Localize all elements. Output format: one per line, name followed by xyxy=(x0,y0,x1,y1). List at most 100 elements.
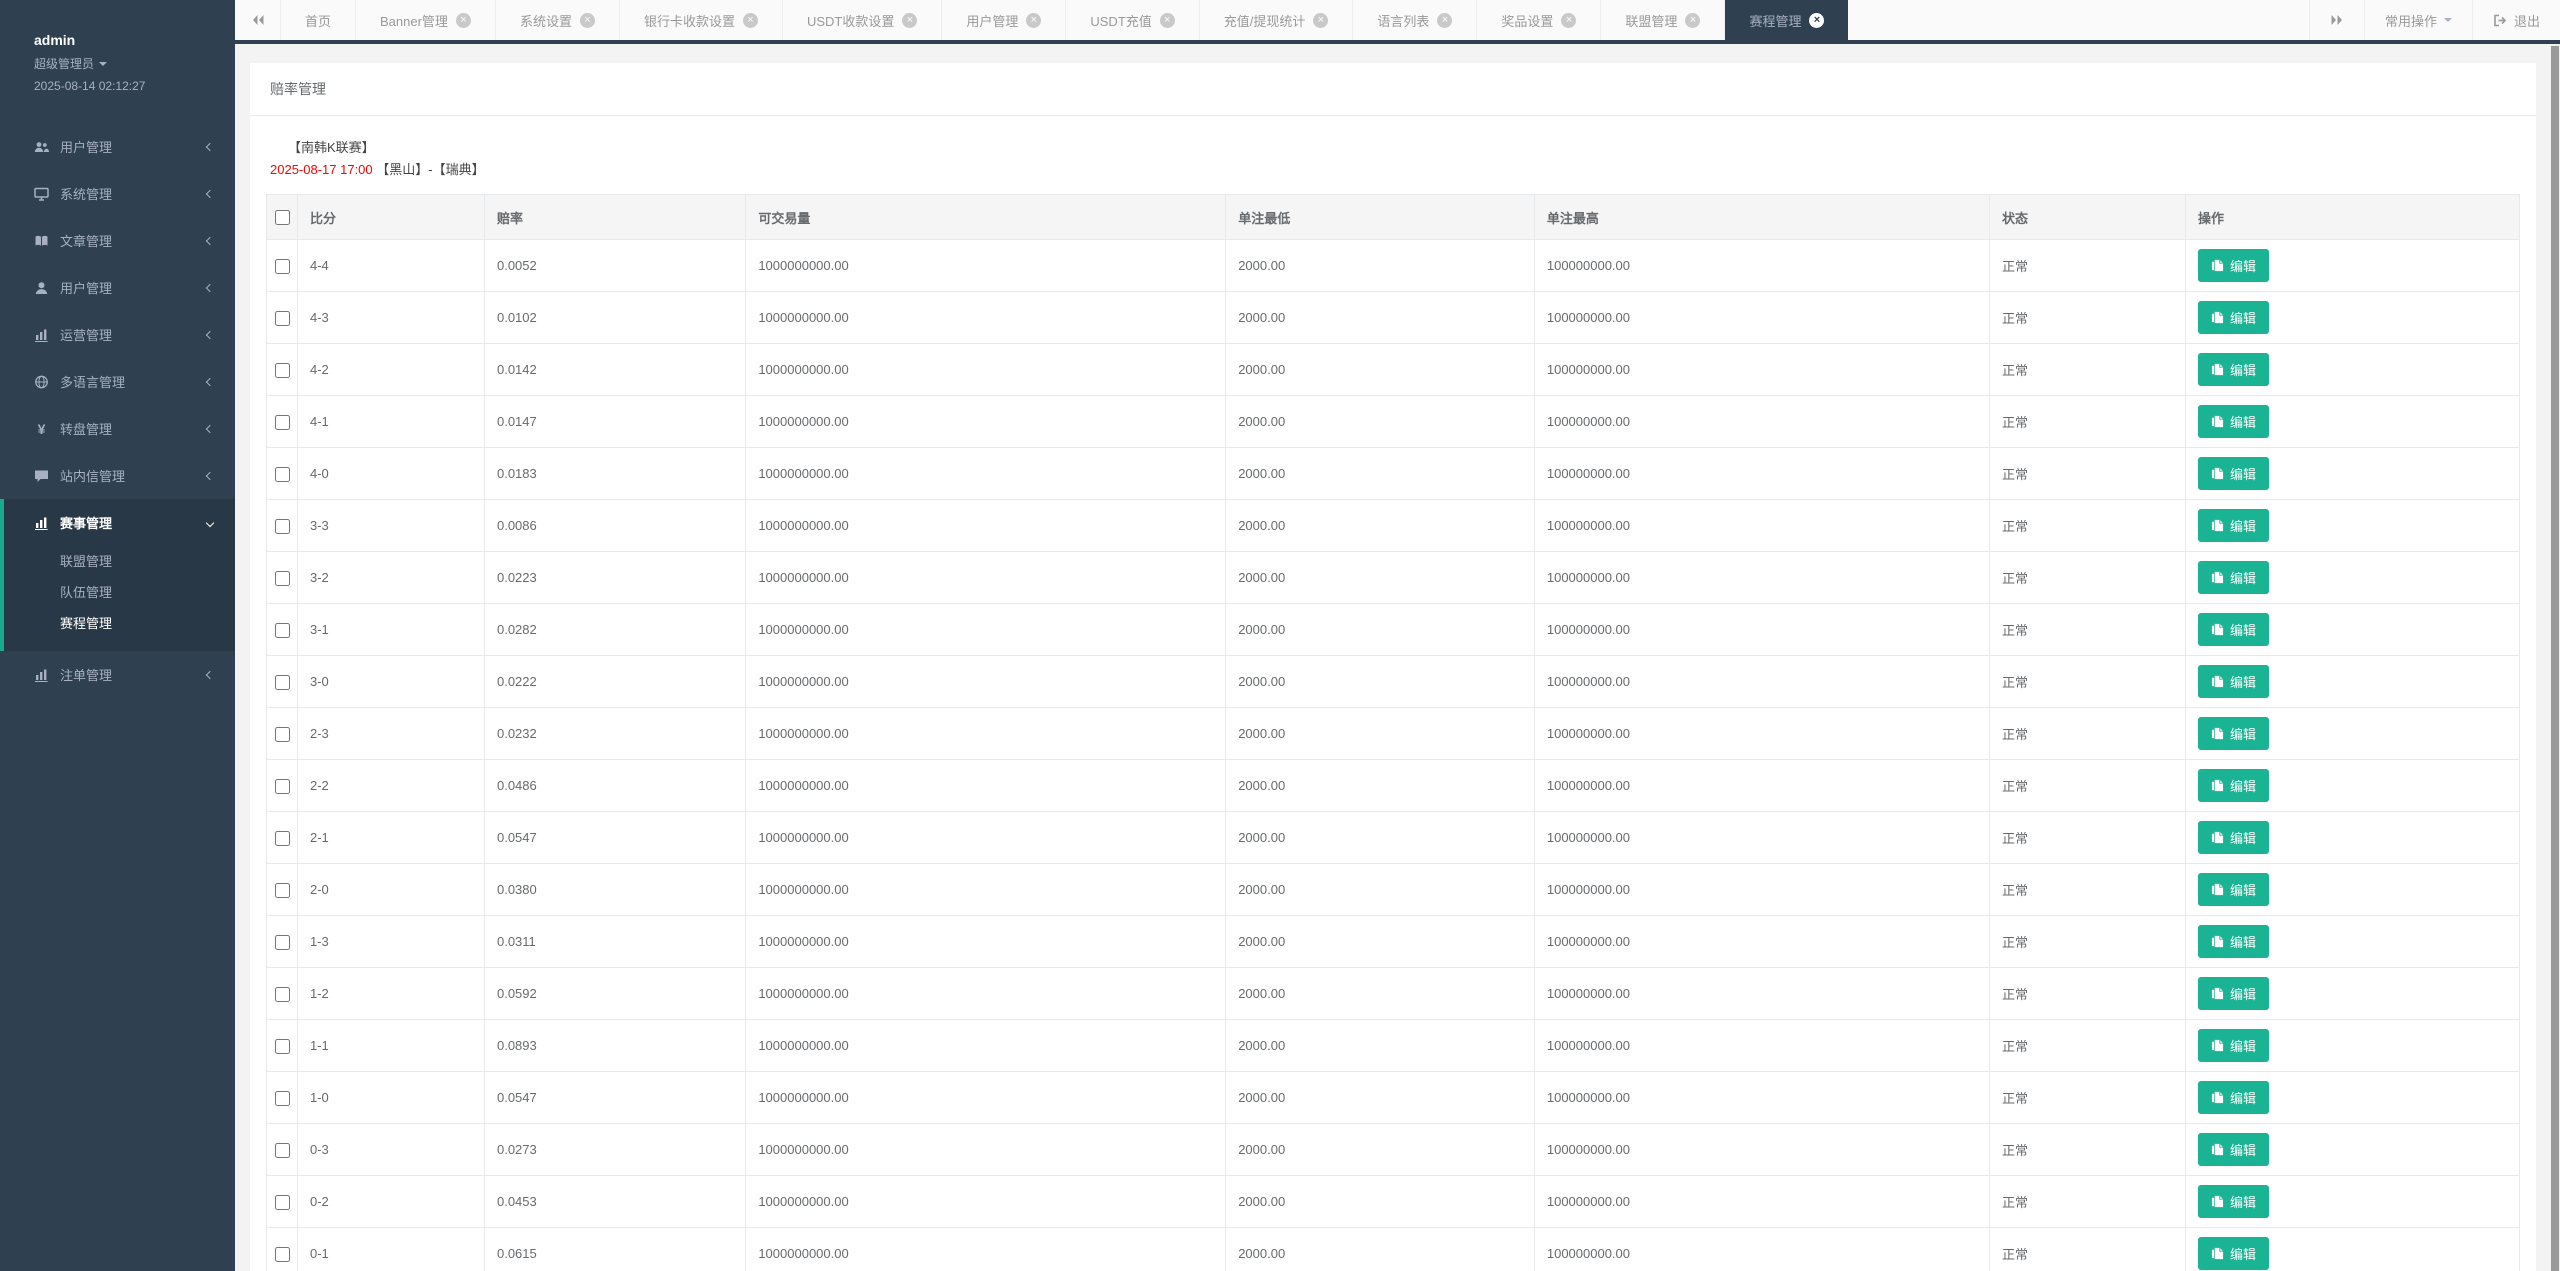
edit-button[interactable]: 编辑 xyxy=(2198,1133,2269,1166)
tab[interactable]: 奖品设置× xyxy=(1477,0,1601,40)
row-checkbox[interactable] xyxy=(275,311,290,326)
sidebar-item[interactable]: 注单管理 xyxy=(0,651,235,698)
tab[interactable]: 联盟管理× xyxy=(1601,0,1725,40)
tab[interactable]: 赛程管理× xyxy=(1725,0,1848,40)
tab[interactable]: 银行卡收款设置× xyxy=(620,0,783,40)
edit-button[interactable]: 编辑 xyxy=(2198,873,2269,906)
sidebar-item[interactable]: 多语言管理 xyxy=(0,358,235,405)
cell-status: 正常 xyxy=(1989,864,2185,916)
sidebar-item[interactable]: 用户管理 xyxy=(0,264,235,311)
logout-button[interactable]: 退出 xyxy=(2472,0,2560,40)
sidebar-item[interactable]: 系统管理 xyxy=(0,170,235,217)
sidebar-item[interactable]: 文章管理 xyxy=(0,217,235,264)
cell-max-bet: 100000000.00 xyxy=(1534,1020,1989,1072)
row-checkbox[interactable] xyxy=(275,1039,290,1054)
sidebar-item[interactable]: 用户管理 xyxy=(0,123,235,170)
tab-close-icon[interactable]: × xyxy=(580,13,595,28)
tab-close-icon[interactable]: × xyxy=(1026,13,1041,28)
row-checkbox[interactable] xyxy=(275,1143,290,1158)
edit-button[interactable]: 编辑 xyxy=(2198,457,2269,490)
sidebar-item[interactable]: 赛事管理 xyxy=(4,499,235,546)
edit-button[interactable]: 编辑 xyxy=(2198,1185,2269,1218)
cell-actions: 编辑 xyxy=(2185,1124,2519,1176)
row-checkbox[interactable] xyxy=(275,831,290,846)
edit-button[interactable]: 编辑 xyxy=(2198,717,2269,750)
row-checkbox[interactable] xyxy=(275,571,290,586)
edit-button[interactable]: 编辑 xyxy=(2198,509,2269,542)
row-checkbox-cell xyxy=(267,864,298,916)
profile-role-dropdown[interactable]: 超级管理员 xyxy=(34,55,235,72)
sidebar-item[interactable]: 运营管理 xyxy=(0,311,235,358)
row-checkbox[interactable] xyxy=(275,1091,290,1106)
tab-close-icon[interactable]: × xyxy=(1809,13,1824,28)
scroll-tabs-left-button[interactable] xyxy=(235,0,281,40)
edit-button[interactable]: 编辑 xyxy=(2198,821,2269,854)
edit-button[interactable]: 编辑 xyxy=(2198,405,2269,438)
cell-volume: 1000000000.00 xyxy=(746,656,1226,708)
cell-odds: 0.0893 xyxy=(484,1020,745,1072)
tab[interactable]: 语言列表× xyxy=(1353,0,1477,40)
row-checkbox[interactable] xyxy=(275,675,290,690)
tab[interactable]: 用户管理× xyxy=(942,0,1066,40)
scrollbar-thumb[interactable] xyxy=(2551,46,2559,1271)
tab-close-icon[interactable]: × xyxy=(743,13,758,28)
select-all-checkbox[interactable] xyxy=(275,210,290,225)
tab[interactable]: 系统设置× xyxy=(496,0,620,40)
edit-button-label: 编辑 xyxy=(2230,568,2256,587)
edit-button[interactable]: 编辑 xyxy=(2198,769,2269,802)
edit-button[interactable]: 编辑 xyxy=(2198,353,2269,386)
column-header: 比分 xyxy=(298,195,485,240)
tab-close-icon[interactable]: × xyxy=(456,13,471,28)
quick-actions-dropdown[interactable]: 常用操作 xyxy=(2364,0,2472,40)
tab-close-icon[interactable]: × xyxy=(1313,13,1328,28)
tab[interactable]: 首页 xyxy=(281,0,356,40)
tab[interactable]: USDT充值× xyxy=(1066,0,1199,40)
tab-close-icon[interactable]: × xyxy=(902,13,917,28)
row-checkbox[interactable] xyxy=(275,259,290,274)
tab-close-icon[interactable]: × xyxy=(1160,13,1175,28)
tab[interactable]: Banner管理× xyxy=(356,0,496,40)
sidebar-subitem[interactable]: 联盟管理 xyxy=(4,546,235,577)
row-checkbox[interactable] xyxy=(275,363,290,378)
edit-button[interactable]: 编辑 xyxy=(2198,925,2269,958)
edit-button[interactable]: 编辑 xyxy=(2198,1029,2269,1062)
row-checkbox[interactable] xyxy=(275,727,290,742)
cell-max-bet: 100000000.00 xyxy=(1534,552,1989,604)
row-checkbox[interactable] xyxy=(275,467,290,482)
row-checkbox[interactable] xyxy=(275,1195,290,1210)
scroll-tabs-right-button[interactable] xyxy=(2309,0,2364,40)
row-checkbox-cell xyxy=(267,760,298,812)
sidebar-item[interactable]: ¥转盘管理 xyxy=(0,405,235,452)
caret-down-icon xyxy=(2444,18,2452,22)
cell-odds: 0.0615 xyxy=(484,1228,745,1271)
vertical-scrollbar[interactable] xyxy=(2550,44,2560,1271)
edit-button[interactable]: 编辑 xyxy=(2198,301,2269,334)
row-checkbox[interactable] xyxy=(275,415,290,430)
sidebar-subitem[interactable]: 队伍管理 xyxy=(4,577,235,608)
row-checkbox[interactable] xyxy=(275,987,290,1002)
tab[interactable]: USDT收款设置× xyxy=(783,0,942,40)
sidebar-subitem[interactable]: 赛程管理 xyxy=(4,608,235,639)
logout-label: 退出 xyxy=(2514,11,2540,30)
row-checkbox[interactable] xyxy=(275,1247,290,1262)
edit-button[interactable]: 编辑 xyxy=(2198,561,2269,594)
sidebar-item-label: 多语言管理 xyxy=(60,372,125,391)
edit-button[interactable]: 编辑 xyxy=(2198,665,2269,698)
edit-button[interactable]: 编辑 xyxy=(2198,613,2269,646)
sidebar-item[interactable]: 站内信管理 xyxy=(0,452,235,499)
tab-close-icon[interactable]: × xyxy=(1437,13,1452,28)
edit-button[interactable]: 编辑 xyxy=(2198,1237,2269,1270)
edit-button[interactable]: 编辑 xyxy=(2198,977,2269,1010)
tab[interactable]: 充值/提现统计× xyxy=(1200,0,1354,40)
row-checkbox[interactable] xyxy=(275,623,290,638)
row-checkbox[interactable] xyxy=(275,935,290,950)
row-checkbox[interactable] xyxy=(275,779,290,794)
chevron-left-icon xyxy=(206,330,214,338)
cell-actions: 编辑 xyxy=(2185,812,2519,864)
row-checkbox[interactable] xyxy=(275,883,290,898)
row-checkbox[interactable] xyxy=(275,519,290,534)
tab-close-icon[interactable]: × xyxy=(1685,13,1700,28)
tab-close-icon[interactable]: × xyxy=(1561,13,1576,28)
edit-button[interactable]: 编辑 xyxy=(2198,1081,2269,1114)
edit-button[interactable]: 编辑 xyxy=(2198,249,2269,282)
